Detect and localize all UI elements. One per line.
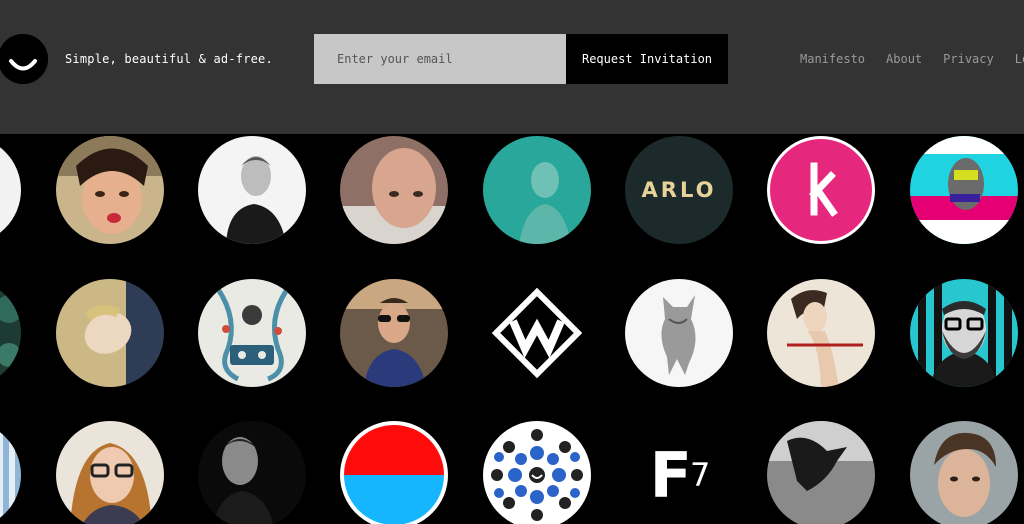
avatar-bearded-man-glasses[interactable]: [910, 279, 1018, 387]
avatar-blonde-woman[interactable]: [56, 279, 164, 387]
avatar-partial-blue[interactable]: [0, 421, 21, 524]
avatar-collage-art[interactable]: [198, 279, 306, 387]
avatar-man-bw[interactable]: [198, 421, 306, 524]
arlo-wordmark: ARLO: [641, 178, 717, 202]
avatar-woman-selfie[interactable]: [56, 136, 164, 244]
avatar-creature-sketch[interactable]: [625, 279, 733, 387]
avatar-f7-logo[interactable]: F7: [625, 421, 733, 524]
avatar-man-sunglasses[interactable]: [340, 279, 448, 387]
f7-letter: F: [649, 438, 692, 512]
avatar-grid: ARLO F 7: [0, 134, 1024, 524]
avatar-bald-man[interactable]: [340, 136, 448, 244]
avatar-arlo-logo[interactable]: ARLO: [625, 136, 733, 244]
f7-number: 7: [690, 456, 710, 494]
avatar-woman-glasses[interactable]: [56, 421, 164, 524]
avatar-man-teal[interactable]: [483, 136, 591, 244]
avatar-partial-dark[interactable]: [0, 279, 21, 387]
avatar-partial-white[interactable]: [0, 136, 21, 244]
nav-manifesto[interactable]: Manifesto: [800, 52, 865, 66]
avatar-shadow-photo[interactable]: [767, 421, 875, 524]
avatar-pink-k-logo[interactable]: [767, 136, 875, 244]
f7-wordmark: F7: [625, 421, 733, 524]
ello-logo-icon[interactable]: [0, 34, 48, 84]
avatar-w-logo[interactable]: [483, 279, 591, 387]
nav-about[interactable]: About: [886, 52, 922, 66]
request-invitation-button[interactable]: Request Invitation: [566, 34, 728, 84]
nav-login[interactable]: Lo: [1015, 52, 1024, 66]
avatar-red-blue-circle[interactable]: [340, 421, 448, 524]
avatar-illustration-woman[interactable]: [767, 279, 875, 387]
avatar-young-man[interactable]: [910, 421, 1018, 524]
top-nav: Manifesto About Privacy Lo: [800, 52, 1024, 66]
avatar-dots-smile[interactable]: [483, 421, 591, 524]
avatar-man-bw-suit[interactable]: [198, 136, 306, 244]
tagline: Simple, beautiful & ad-free.: [65, 52, 273, 66]
site-header: Simple, beautiful & ad-free. Request Inv…: [0, 0, 1024, 134]
email-input[interactable]: [314, 34, 566, 84]
nav-privacy[interactable]: Privacy: [943, 52, 994, 66]
avatar-glitch-art[interactable]: [910, 136, 1018, 244]
